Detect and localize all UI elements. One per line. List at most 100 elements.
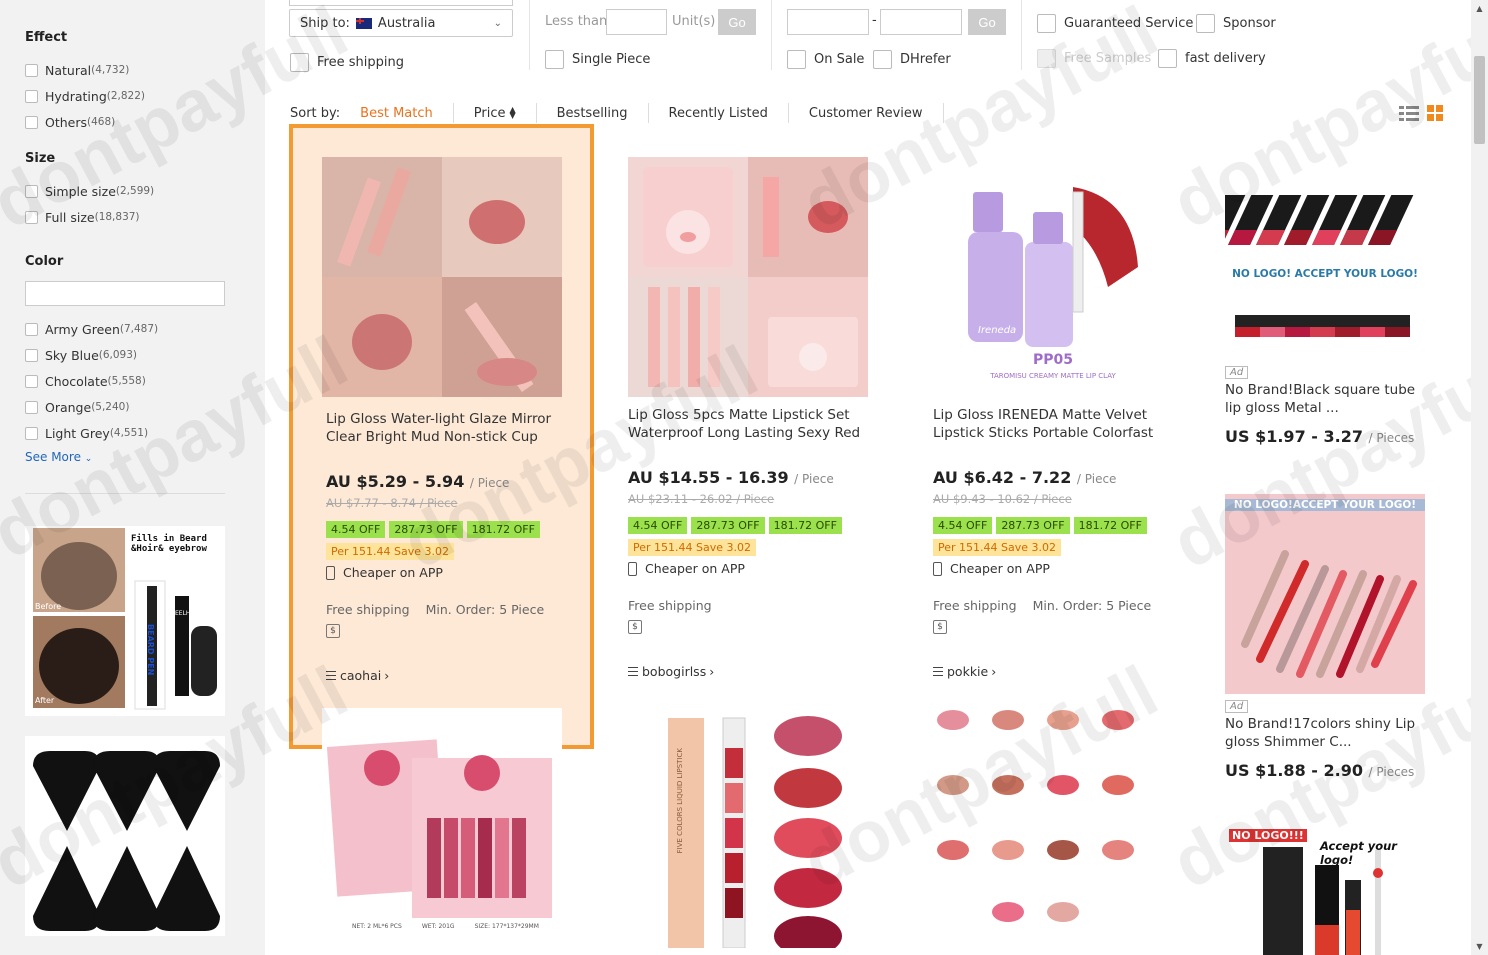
coupon-badge[interactable]: 181.72 OFF [1073,517,1147,534]
product-image[interactable] [933,700,1173,940]
page-scrollbar[interactable]: ▲ ▼ [1471,0,1488,955]
checkbox[interactable] [25,374,38,388]
ship-to-select[interactable]: Ship to: Australia ⌄ [289,9,513,37]
ad-card[interactable]: NO LOGO!ACCEPT YOUR LOGO! Ad No Brand!17… [1225,494,1425,780]
coupon-badge[interactable]: 4.54 OFF [933,517,993,534]
coupon-badge[interactable]: 287.73 OFF [996,517,1070,534]
list-view-icon[interactable] [1398,103,1420,123]
quantity-go-button[interactable]: Go [718,9,756,35]
sponsor-checkbox[interactable]: Sponsor [1196,14,1276,33]
filter-item-hydrating[interactable]: Hydrating (2,822) [25,83,265,109]
quantity-input[interactable] [606,9,667,35]
checkbox[interactable] [545,50,564,69]
on-sale-checkbox[interactable]: On Sale [787,50,864,69]
dollar-icon: $ [326,624,340,638]
side-ad-beard-pen[interactable]: Fills in Beard &Hoir& eyebrow Before Afte… [25,526,225,716]
checkbox[interactable] [1037,14,1056,33]
guaranteed-service-checkbox[interactable]: Guaranteed Service [1037,14,1193,33]
scroll-down-icon[interactable]: ▼ [1471,938,1488,955]
sort-customer-review[interactable]: Customer Review [789,103,944,123]
grid-view-icon[interactable] [1424,103,1446,123]
checkbox[interactable] [873,50,892,69]
side-ad-powder-puff[interactable] [25,736,225,936]
checkbox[interactable] [25,184,38,198]
shipping-info: Free shipping Min. Order: 5 Piece [933,598,1167,613]
product-card[interactable]: PP05 TAROMISU CREAMY MATTE LIP CLAY Iren… [900,124,1205,749]
divider [25,493,225,494]
checkbox[interactable] [290,53,309,72]
coupon-badge[interactable]: 181.72 OFF [466,521,540,538]
product-image[interactable]: PP05 TAROMISU CREAMY MATTE LIP CLAY Iren… [933,157,1173,397]
ad-card[interactable]: NO LOGO!!! Accept your logo! [1225,825,1425,955]
product-image[interactable]: FIVE COLORS LIQUID LIPSTICK [628,708,868,948]
product-image[interactable] [322,157,562,397]
ad-image[interactable]: NO LOGO!ACCEPT YOUR LOGO! [1225,494,1425,694]
checkbox[interactable] [25,322,38,336]
single-piece-checkbox[interactable]: Single Piece [545,50,650,69]
product-card[interactable]: Lip Gloss 5pcs Matte Lipstick Set Waterp… [595,124,900,749]
product-card[interactable]: Lip Gloss Water-light Glaze Mirror Clear… [289,124,594,749]
checkbox[interactable] [25,63,38,77]
filter-item-sky-blue[interactable]: Sky Blue (6,093) [25,342,265,368]
checkbox[interactable] [25,115,38,129]
product-title[interactable]: Lip Gloss Water-light Glaze Mirror Clear… [326,410,566,446]
filter-item-others[interactable]: Others (468) [25,109,265,135]
checkbox[interactable] [25,400,38,414]
color-search-input[interactable] [25,281,225,306]
filter-item-full-size[interactable]: Full size (18,837) [25,204,265,230]
checkbox[interactable] [25,89,38,103]
price-value: AU $5.29 - 5.94 [326,472,465,491]
ad-image[interactable]: NO LOGO!!! Accept your logo! [1225,825,1425,955]
filter-item-army-green[interactable]: Army Green (7,487) [25,316,265,342]
price-min-input[interactable] [787,9,869,35]
dhrefer-checkbox[interactable]: DHrefer [873,50,951,69]
filter-item-natural[interactable]: Natural (4,732) [25,57,265,83]
sort-price[interactable]: Price ▲ ▼ [454,103,537,123]
coupon-badge[interactable]: 181.72 OFF [768,517,842,534]
sort-recently-listed[interactable]: Recently Listed [649,103,789,123]
filter-label: Full size [45,209,95,225]
seller-link[interactable]: bobogirlss › [628,664,714,679]
checkbox[interactable] [787,50,806,69]
scroll-up-icon[interactable]: ▲ [1471,0,1488,17]
see-more-label: See More [25,450,81,464]
checkbox[interactable] [25,210,38,224]
checkbox[interactable] [25,426,38,440]
ad-image-caption: NO LOGO! ACCEPT YOUR LOGO! [1232,268,1418,280]
product-image[interactable]: NET: 2 ML*6 PCS WET: 201G SIZE: 177*137*… [322,708,562,948]
checkbox[interactable] [25,348,38,362]
sort-bestselling[interactable]: Bestselling [537,103,649,123]
store-icon [326,671,336,680]
coupon-badge[interactable]: 287.73 OFF [389,521,463,538]
product-image[interactable] [628,157,868,397]
seller-link[interactable]: pokkie › [933,664,996,679]
free-shipping-checkbox[interactable]: Free shipping [290,53,404,72]
filter-item-chocolate[interactable]: Chocolate (5,558) [25,368,265,394]
free-samples-checkbox: Free Samples [1037,49,1151,68]
filter-count: (2,599) [115,185,155,197]
filter-item-light-grey[interactable]: Light Grey (4,551) [25,420,265,446]
sort-best-match[interactable]: Best Match [360,103,454,123]
see-more-link[interactable]: See More ⌄ [25,450,92,464]
ad-card[interactable]: NO LOGO! ACCEPT YOUR LOGO! Ad No Brand!B… [1200,160,1425,446]
seller-link[interactable]: caohai › [326,668,389,683]
coupon-badge[interactable]: 4.54 OFF [326,521,386,538]
scroll-thumb[interactable] [1474,56,1485,144]
min-order-text: Min. Order: 5 Piece [1032,598,1152,613]
fast-delivery-checkbox[interactable]: fast delivery [1158,49,1266,68]
ad-image[interactable]: NO LOGO! ACCEPT YOUR LOGO! [1200,160,1425,360]
filter-item-simple-size[interactable]: Simple size (2,599) [25,178,265,204]
price-go-button[interactable]: Go [968,9,1006,35]
filter-item-orange[interactable]: Orange (5,240) [25,394,265,420]
price-value: US $1.88 - 2.90 [1225,761,1363,780]
product-title[interactable]: Lip Gloss 5pcs Matte Lipstick Set Waterp… [628,406,868,442]
price-max-input[interactable] [880,9,962,35]
product-title[interactable]: Lip Gloss IRENEDA Matte Velvet Lipstick … [933,406,1173,442]
ad-title[interactable]: No Brand!Black square tube lip gloss Met… [1225,381,1425,417]
ad-title[interactable]: No Brand!17colors shiny Lip gloss Shimme… [1225,715,1425,751]
ad-image-caption: NO LOGO!!! [1229,829,1307,842]
coupon-badge[interactable]: 4.54 OFF [628,517,688,534]
checkbox[interactable] [1196,14,1215,33]
coupon-badge[interactable]: 287.73 OFF [691,517,765,534]
checkbox[interactable] [1158,49,1177,68]
